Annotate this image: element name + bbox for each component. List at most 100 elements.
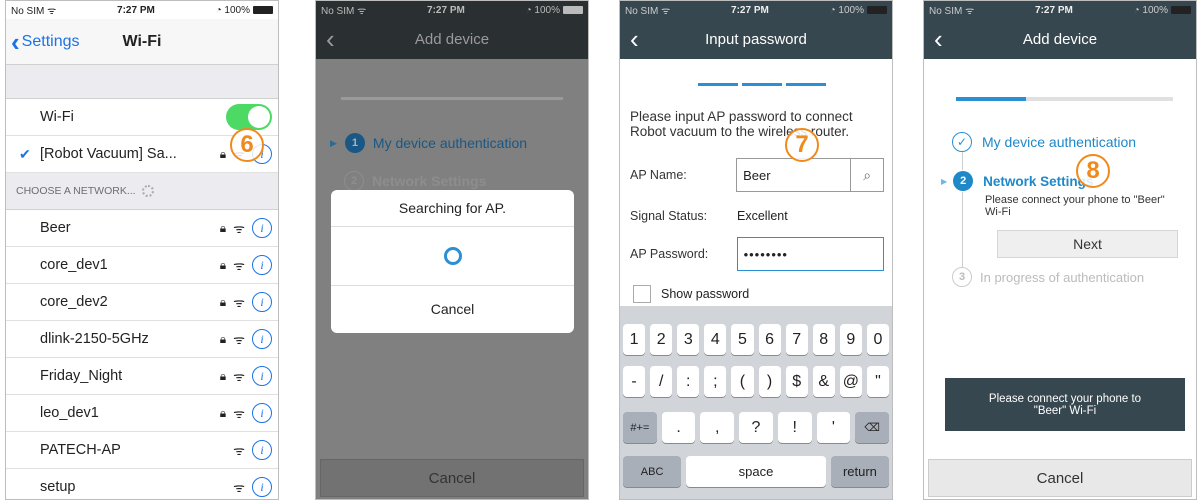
network-row[interactable]: core_dev1 🔒︎ ᯤ i bbox=[6, 247, 278, 284]
progress-segment bbox=[698, 83, 738, 86]
ap-password-label: AP Password: bbox=[630, 247, 709, 261]
network-name: Friday_Night bbox=[40, 368, 123, 384]
keyboard-key[interactable]: 9 bbox=[839, 324, 862, 355]
step-2: 2 Network Settings bbox=[344, 171, 486, 191]
keyboard-key[interactable]: 1 bbox=[623, 324, 646, 355]
show-password-label: Show password bbox=[661, 287, 750, 301]
keyboard-key[interactable]: ) bbox=[758, 366, 781, 397]
keyboard-row: #+=.,?! ' ⌫ bbox=[622, 412, 890, 443]
wifi-toggle[interactable] bbox=[226, 104, 272, 130]
step-number: 2 bbox=[344, 171, 364, 191]
step-arrow-icon: ▶ bbox=[941, 176, 948, 186]
info-icon[interactable]: i bbox=[252, 477, 272, 497]
battery-indicator: ◔ 100% bbox=[526, 5, 583, 16]
info-icon[interactable]: i bbox=[252, 329, 272, 349]
ap-name-field[interactable]: Beer bbox=[736, 158, 852, 192]
wifi-signal-icon: ᯤ bbox=[233, 221, 245, 236]
toast-line-1: Please connect your phone to bbox=[988, 392, 1142, 405]
back-button[interactable]: ‹ Settings bbox=[11, 29, 79, 55]
show-password-checkbox[interactable] bbox=[633, 285, 651, 303]
nav-bar: ‹ Add device bbox=[316, 19, 588, 59]
network-row[interactable]: leo_dev1 🔒︎ ᯤ i bbox=[6, 395, 278, 432]
network-row[interactable]: dlink-2150-5GHz 🔒︎ ᯤ i bbox=[6, 321, 278, 358]
back-chevron-icon[interactable]: ‹ bbox=[326, 26, 335, 52]
keyboard-key[interactable]: . bbox=[661, 412, 696, 443]
back-chevron-icon[interactable]: ‹ bbox=[630, 26, 639, 52]
carrier-text: No SIM ᯤ bbox=[321, 6, 367, 17]
section-spacer bbox=[6, 65, 278, 99]
keyboard-key[interactable]: space bbox=[686, 456, 826, 487]
info-icon[interactable]: i bbox=[252, 366, 272, 386]
keyboard-key[interactable]: ! bbox=[777, 412, 812, 443]
info-icon[interactable]: i bbox=[252, 218, 272, 238]
keyboard-key[interactable]: 5 bbox=[731, 324, 754, 355]
keyboard-key[interactable]: 6 bbox=[758, 324, 781, 355]
keyboard-key[interactable]: 4 bbox=[704, 324, 727, 355]
info-icon[interactable]: i bbox=[252, 440, 272, 460]
info-icon[interactable]: i bbox=[252, 292, 272, 312]
checkmark-icon: ✔ bbox=[19, 145, 31, 162]
battery-icon bbox=[253, 5, 273, 14]
clock-text: 7:27 PM bbox=[117, 4, 155, 16]
network-row[interactable]: setup ᯤ i bbox=[6, 469, 278, 499]
nav-bar: ‹ Add device bbox=[924, 19, 1196, 59]
keyboard-key[interactable]: 7 bbox=[785, 324, 808, 355]
dialog-cancel-button[interactable]: Cancel bbox=[331, 286, 574, 331]
keyboard-key[interactable]: & bbox=[812, 366, 835, 397]
keyboard-key[interactable]: 8 bbox=[812, 324, 835, 355]
network-name: setup bbox=[40, 479, 76, 495]
nav-bar: ‹ Input password bbox=[620, 19, 892, 59]
keyboard-key[interactable]: : bbox=[677, 366, 700, 397]
keyboard-key[interactable]: / bbox=[650, 366, 673, 397]
keyboard-key[interactable]: 0 bbox=[866, 324, 889, 355]
keyboard-key[interactable]: return bbox=[830, 456, 890, 487]
cancel-button[interactable]: Cancel bbox=[320, 459, 584, 497]
battery-icon bbox=[1171, 5, 1191, 14]
keyboard-key[interactable]: ABC bbox=[623, 456, 682, 487]
keyboard-key[interactable]: 2 bbox=[650, 324, 673, 355]
keyboard-key[interactable]: 3 bbox=[677, 324, 700, 355]
keyboard-key[interactable]: ; bbox=[704, 366, 727, 397]
info-icon[interactable]: i bbox=[252, 255, 272, 275]
ap-password-row: AP Password: •••••••• bbox=[630, 237, 884, 271]
keyboard-key[interactable]: ⌫ bbox=[855, 412, 890, 443]
step-2-description: Please connect your phone to "Beer" Wi-F… bbox=[985, 194, 1165, 218]
search-icon[interactable]: ⌕ bbox=[851, 158, 884, 192]
info-icon[interactable]: i bbox=[252, 403, 272, 423]
step-number: 2 bbox=[953, 171, 974, 191]
back-chevron-icon[interactable]: ‹ bbox=[934, 26, 943, 52]
connect-toast: Please connect your phone to "Beer" Wi-F… bbox=[945, 378, 1185, 431]
next-button[interactable]: Next bbox=[997, 230, 1178, 258]
network-name: PATECH-AP bbox=[40, 442, 121, 458]
ap-password-field[interactable]: •••••••• bbox=[736, 237, 884, 271]
keyboard-key[interactable]: ? bbox=[739, 412, 773, 443]
keyboard-key[interactable]: $ bbox=[785, 366, 808, 397]
keyboard-key[interactable]: " bbox=[866, 366, 889, 397]
network-name: core_dev1 bbox=[40, 257, 108, 273]
step-number: 3 bbox=[952, 267, 972, 287]
clock-text: 7:27 PM bbox=[1035, 4, 1073, 16]
network-row[interactable]: Beer 🔒︎ ᯤ i bbox=[6, 210, 278, 247]
network-row[interactable]: core_dev2 🔒︎ ᯤ i bbox=[6, 284, 278, 321]
check-circle-icon: ✓ bbox=[952, 132, 972, 152]
keyboard-key[interactable]: - bbox=[623, 366, 646, 397]
clock-text: 7:27 PM bbox=[427, 4, 465, 16]
add-device-searching-screen: No SIM ᯤ 7:27 PM ◔ 100% ‹ Add device ▶ 1… bbox=[315, 0, 589, 500]
wifi-signal-icon: ᯤ bbox=[233, 480, 245, 495]
keyboard-key[interactable]: #+= bbox=[622, 412, 657, 443]
network-name: Beer bbox=[40, 220, 71, 236]
network-name: [Robot Vacuum] Sa... bbox=[40, 146, 177, 162]
network-row[interactable]: PATECH-AP ᯤ i bbox=[6, 432, 278, 469]
instruction-text: Please input AP password to connect Robo… bbox=[630, 109, 853, 139]
lock-icon: 🔒︎ bbox=[219, 368, 227, 383]
step-badge: 6 bbox=[230, 128, 264, 162]
cancel-button[interactable]: Cancel bbox=[928, 459, 1192, 497]
progress-fill bbox=[956, 97, 1026, 101]
lock-icon: 🔒︎ bbox=[219, 220, 227, 235]
keyboard-key[interactable]: , bbox=[700, 412, 735, 443]
network-row[interactable]: Friday_Night 🔒︎ ᯤ i bbox=[6, 358, 278, 395]
keyboard-key[interactable]: @ bbox=[839, 366, 862, 397]
keyboard-key[interactable]: ' bbox=[816, 412, 851, 443]
keyboard-key[interactable]: ( bbox=[731, 366, 754, 397]
section-header: CHOOSE A NETWORK... bbox=[6, 173, 278, 210]
